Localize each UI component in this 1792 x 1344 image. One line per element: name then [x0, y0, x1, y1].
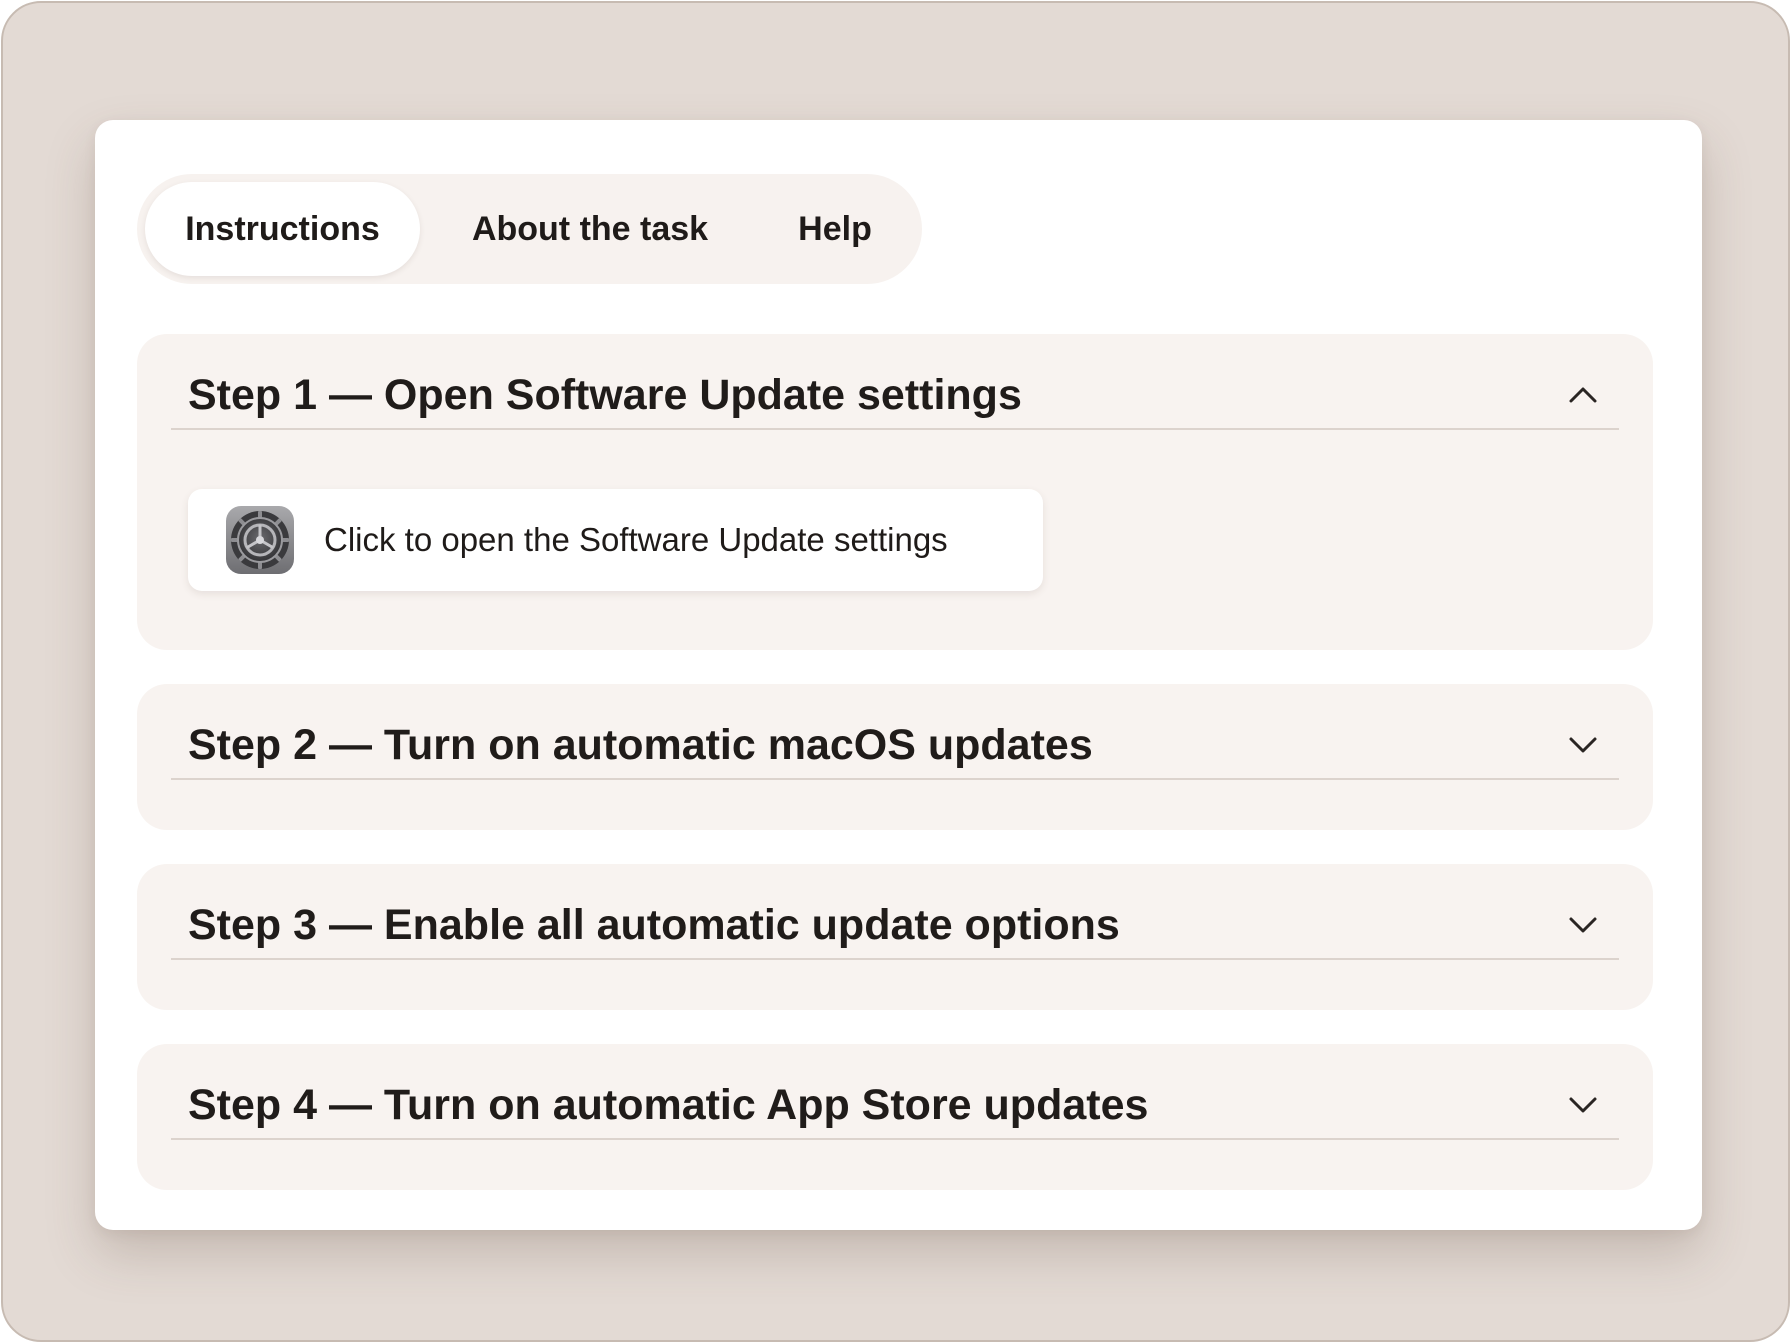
step-3-title: Step 3 — Enable all automatic update opt… — [188, 900, 1120, 949]
system-settings-gear-icon — [226, 506, 294, 574]
step-1-title: Step 1 — Open Software Update settings — [188, 370, 1022, 419]
tab-about-the-task[interactable]: About the task — [420, 182, 760, 276]
step-4-title: Step 4 — Turn on automatic App Store upd… — [188, 1080, 1149, 1129]
chevron-down-icon — [1569, 737, 1597, 753]
tab-instructions[interactable]: Instructions — [145, 182, 420, 276]
chevron-down-icon — [1569, 917, 1597, 933]
chevron-up-icon — [1569, 387, 1597, 403]
step-2-title: Step 2 — Turn on automatic macOS updates — [188, 720, 1093, 769]
step-4-header[interactable]: Step 4 — Turn on automatic App Store upd… — [171, 1072, 1619, 1140]
instructions-card: Instructions About the task Help Step 1 … — [95, 120, 1702, 1230]
chevron-down-icon — [1569, 1097, 1597, 1113]
step-2-header[interactable]: Step 2 — Turn on automatic macOS updates — [171, 712, 1619, 780]
step-3-panel: Step 3 — Enable all automatic update opt… — [137, 864, 1653, 1010]
tab-help[interactable]: Help — [760, 182, 910, 276]
step-1-header[interactable]: Step 1 — Open Software Update settings — [171, 362, 1619, 430]
step-1-panel: Step 1 — Open Software Update settings C… — [137, 334, 1653, 650]
tab-bar: Instructions About the task Help — [137, 174, 922, 284]
step-4-panel: Step 4 — Turn on automatic App Store upd… — [137, 1044, 1653, 1190]
open-settings-label: Click to open the Software Update settin… — [324, 521, 948, 558]
open-software-update-button[interactable]: Click to open the Software Update settin… — [188, 489, 1043, 591]
step-3-header[interactable]: Step 3 — Enable all automatic update opt… — [171, 892, 1619, 960]
step-2-panel: Step 2 — Turn on automatic macOS updates — [137, 684, 1653, 830]
window-frame: Instructions About the task Help Step 1 … — [1, 1, 1790, 1342]
